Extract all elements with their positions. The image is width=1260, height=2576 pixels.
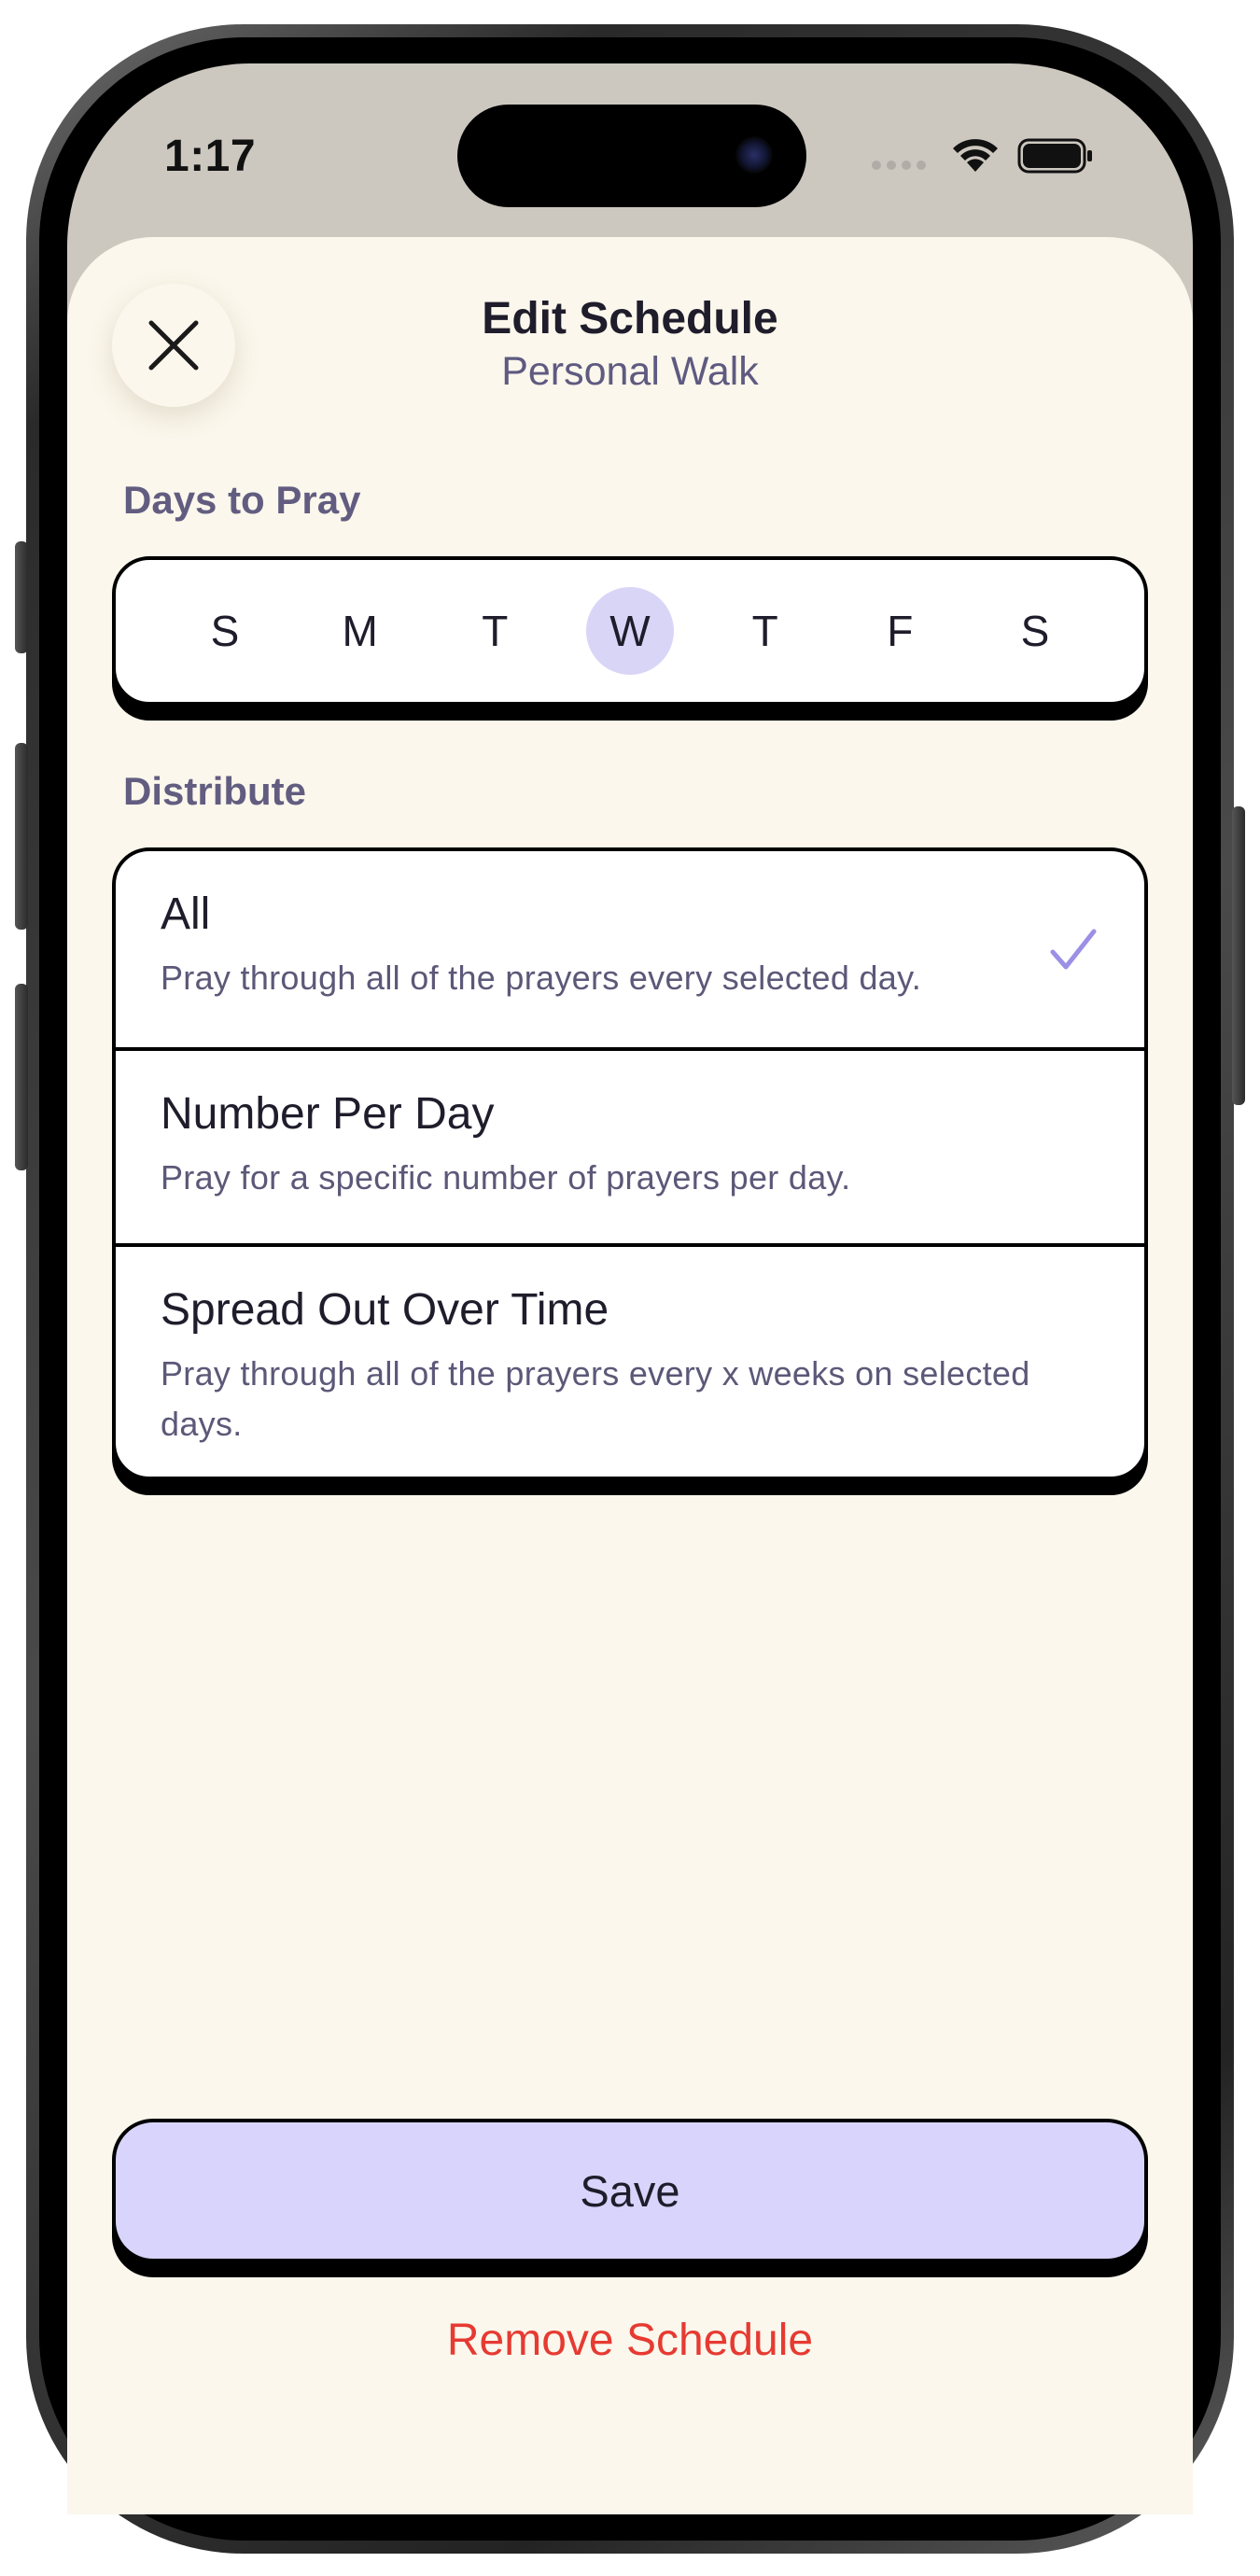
page-subtitle: Personal Walk [501,349,759,394]
option-title: Number Per Day [161,1089,495,1139]
day-monday[interactable]: M [316,587,404,675]
option-number-per-day[interactable]: Number Per Day Pray for a specific numbe… [116,1047,1144,1243]
volume-down-button [15,984,28,1170]
close-button[interactable] [112,284,235,407]
camera-icon [735,136,773,174]
day-picker: S M T W T F S [112,556,1148,706]
cellular-signal-icon [872,161,926,170]
volume-up-button [15,743,28,930]
option-description: Pray for a specific number of prayers pe… [161,1158,851,1197]
day-thursday[interactable]: T [721,587,809,675]
day-saturday[interactable]: S [991,587,1079,675]
day-friday[interactable]: F [856,587,944,675]
days-section-label: Days to Pray [123,478,361,522]
remove-schedule-button[interactable]: Remove Schedule [0,2315,1260,2366]
option-all[interactable]: All Pray through all of the prayers ever… [116,851,1144,1047]
battery-icon [1017,138,1092,174]
option-spread-out-over-time[interactable]: Spread Out Over Time Pray through all of… [116,1243,1144,1477]
option-description: Pray through all of the prayers every se… [161,959,922,997]
status-time: 1:17 [164,132,257,181]
wifi-icon [953,139,998,172]
action-button [15,541,28,653]
option-title: Spread Out Over Time [161,1285,609,1335]
power-button [1232,806,1245,1105]
distribute-options: All Pray through all of the prayers ever… [112,847,1148,1480]
save-button[interactable]: Save [112,2119,1148,2262]
option-title: All [161,889,211,939]
day-tuesday[interactable]: T [451,587,539,675]
option-description: Pray through all of the prayers every x … [161,1354,1030,1443]
page-title: Edit Schedule [482,294,778,343]
close-icon [148,320,199,371]
day-sunday[interactable]: S [181,587,269,675]
checkmark-icon [1050,929,1097,970]
distribute-section-label: Distribute [123,769,307,813]
dynamic-island [457,105,806,207]
day-wednesday[interactable]: W [585,587,674,675]
